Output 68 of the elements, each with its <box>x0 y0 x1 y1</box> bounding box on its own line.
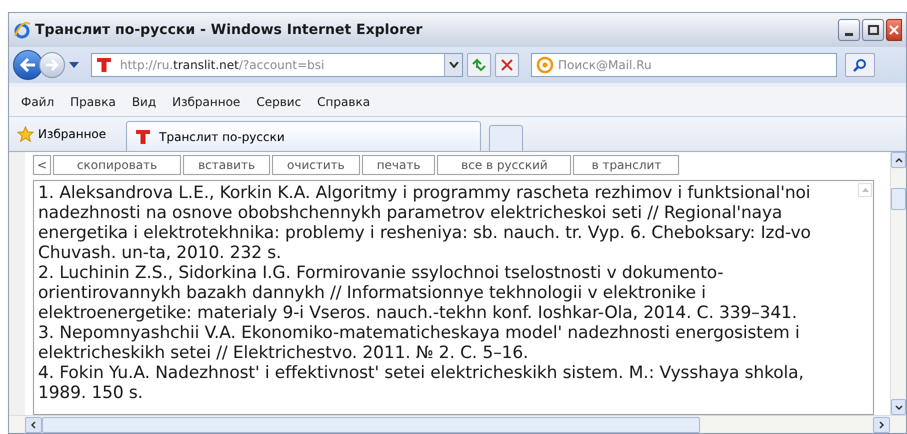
t-logo-icon <box>96 57 112 73</box>
reference-text-line: Chuvash. un-ta, 2010. 232 s. <box>38 243 282 263</box>
up-chevron-icon <box>894 158 902 162</box>
left-chevron-icon <box>31 420 36 428</box>
menu-item[interactable]: Правка <box>70 92 116 110</box>
menu-item[interactable]: Вид <box>132 92 156 110</box>
reference-text-line: elektricheskikh setei // Elektrichestvo. 2011. № 2. C. 5–16. <box>38 343 530 363</box>
scroll-left-button[interactable] <box>25 416 42 432</box>
minimize-icon <box>845 33 853 36</box>
menu-item[interactable]: Избранное <box>172 92 240 110</box>
search-button[interactable] <box>845 53 875 77</box>
text-area[interactable] <box>33 180 874 415</box>
reference-text-line: orientirovannykh bazakh dannykh // Informatsionnye tekhnologii v elektronike i <box>38 283 707 303</box>
star-icon <box>17 126 34 142</box>
menu-item[interactable]: Файл <box>21 92 54 110</box>
url-text: http://ru.translit.net/?account=bsi <box>120 57 324 74</box>
stop-button[interactable] <box>495 53 519 77</box>
t-logo-icon <box>135 128 152 144</box>
toolbar-button[interactable]: скопировать <box>53 155 182 175</box>
forward-arrow-icon <box>45 59 59 71</box>
refresh-arrows-icon <box>471 58 487 72</box>
search-icon <box>853 58 867 72</box>
maximize-button[interactable] <box>862 19 884 41</box>
reference-text-line: 2. Luchinin Z.S., Sidorkina I.G. Formirovanie ssylochnoi tselostnosti v dokumento- <box>38 263 724 283</box>
toolbar-button[interactable]: очистить <box>272 155 360 175</box>
toolbar-button[interactable]: вставить <box>183 155 270 175</box>
search-input[interactable]: Поиск@Mail.Ru <box>558 56 818 74</box>
close-icon <box>889 25 899 35</box>
stop-x-icon <box>501 59 513 71</box>
favorites-button[interactable]: Избранное <box>17 119 106 149</box>
reference-text-line: elektroenergetike: materialy 9-i Vseros. nauch.-tekhn konf. Ioshkar-Ola, 2014. C. 339–341. <box>38 303 798 323</box>
minimize-button[interactable] <box>838 19 860 41</box>
back-button[interactable] <box>13 50 43 80</box>
collapse-button[interactable]: < <box>33 155 52 175</box>
forward-button[interactable] <box>39 52 65 78</box>
maximize-icon <box>868 25 878 35</box>
dropdown-caret-icon[interactable] <box>69 62 79 68</box>
vertical-scrollbar[interactable] <box>890 152 906 415</box>
reference-text-line: energetika i elektrotekhnika: problemy i resheniya: sb. nauch. tr. Vyp. 6. Cheboksary: Izd-vo <box>38 223 812 243</box>
tab-title: Транслит по-русски <box>159 128 285 146</box>
scroll-up-button[interactable] <box>891 152 906 168</box>
dropdown-button[interactable] <box>444 54 462 76</box>
scroll-down-button[interactable] <box>891 399 906 415</box>
window-title: Транслит по-русски - Windows Internet Explorer <box>35 20 422 40</box>
chevron-down-icon <box>448 62 458 68</box>
browser-tab[interactable]: Транслит по-русски <box>126 121 482 151</box>
down-chevron-icon <box>894 404 902 410</box>
scroll-right-button[interactable] <box>873 416 890 432</box>
address-field[interactable]: http://ru.translit.net/?account=bsi <box>91 53 463 77</box>
reference-text-line: 1. Aleksandrova L.E., Korkin K.A. Algoritmy i programmy rascheta rezhimov i funktsional'noi <box>38 183 812 203</box>
menu-item[interactable]: Сервис <box>256 92 302 110</box>
menu-item[interactable]: Справка <box>317 92 370 110</box>
reference-text-line: 4. Fokin Yu.A. Nadezhnost' i effektivnost' setei elektricheskikh sistem. M.: Vysshaya shkola, <box>38 363 805 383</box>
refresh-button[interactable] <box>467 53 491 77</box>
close-button[interactable] <box>886 19 902 41</box>
reference-text-line: 1989. 150 s. <box>38 383 144 403</box>
right-chevron-icon <box>879 420 884 428</box>
scroll-thumb[interactable] <box>42 416 700 432</box>
scroll-thumb[interactable] <box>891 188 906 210</box>
search-field[interactable]: Поиск@Mail.Ru <box>531 53 837 77</box>
reference-text-line: 3. Nepomnyashchii V.A. Ekonomiko-matematicheskaya model' nadezhnosti energosistem i <box>38 323 801 343</box>
toolbar-button[interactable]: в транслит <box>573 155 680 175</box>
toolbar-button[interactable]: печать <box>362 155 436 175</box>
up-arrow-icon <box>862 188 868 192</box>
toolbar-button[interactable]: все в русский <box>437 155 572 175</box>
back-arrow-icon <box>20 58 36 72</box>
reference-text-line: nadezhnosti na osnove obobshchennykh parametrov elektricheskoi seti // Regional'naya <box>38 203 784 223</box>
horizontal-scrollbar[interactable] <box>9 415 906 433</box>
